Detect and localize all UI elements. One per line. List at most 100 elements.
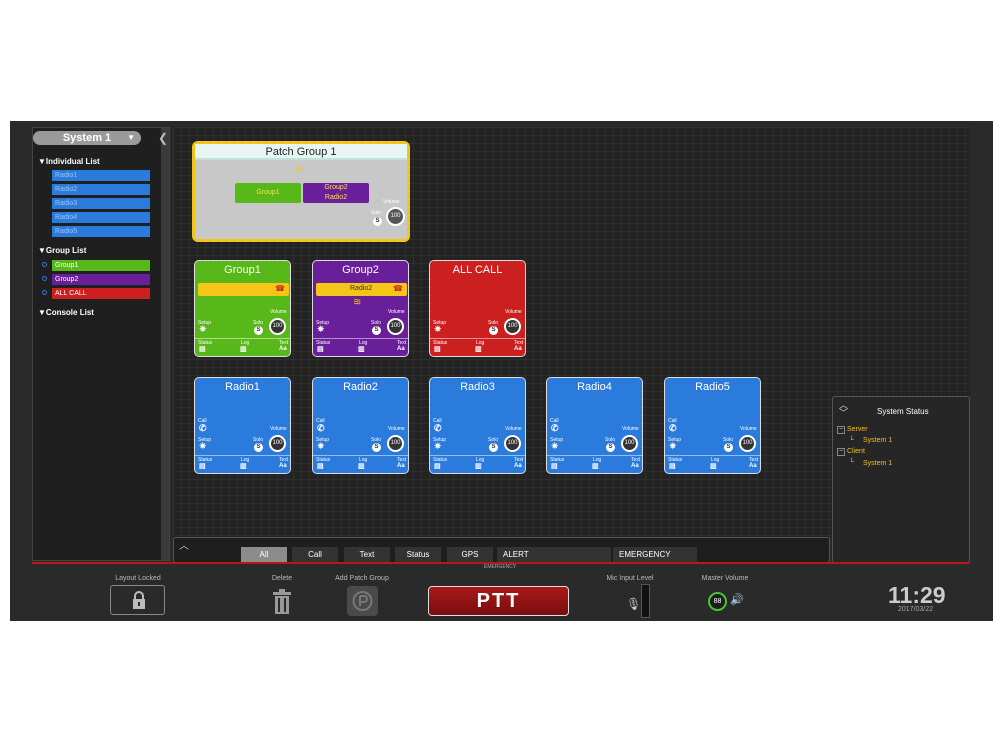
- radio-tile-radio1[interactable]: Radio1 Call ✆ Volume Setup Solo ✷ S 100 …: [194, 377, 291, 474]
- log-trash-icon[interactable]: ▥: [358, 462, 365, 470]
- text-icon[interactable]: Aa: [514, 346, 522, 352]
- log-trash-icon[interactable]: ▥: [710, 462, 717, 470]
- solo-icon[interactable]: S: [489, 443, 498, 452]
- radio-tile-radio3[interactable]: Radio3 Call ✆ Volume Setup Solo ✷ S 100 …: [429, 377, 526, 474]
- phone-icon[interactable]: ✆: [669, 423, 677, 434]
- radio-tile-radio2[interactable]: Radio2 Call ✆ Volume Setup Solo ✷ S 100 …: [312, 377, 409, 474]
- tree-node-server[interactable]: Server: [847, 426, 868, 433]
- radio-tile-radio5[interactable]: Radio5 Call ✆ Volume Setup Solo ✷ S 100 …: [664, 377, 761, 474]
- solo-icon[interactable]: S: [254, 326, 263, 335]
- patch-volume-knob[interactable]: 100: [386, 207, 405, 226]
- volume-knob[interactable]: 100: [504, 435, 521, 452]
- layout-lock-button[interactable]: [110, 585, 165, 615]
- tree-node-client[interactable]: Client: [847, 448, 865, 455]
- solo-icon[interactable]: S: [606, 443, 615, 452]
- volume-knob[interactable]: 100: [387, 435, 404, 452]
- phone-icon[interactable]: ✆: [434, 423, 442, 434]
- status-document-icon[interactable]: ▤: [199, 345, 206, 353]
- phone-hangup-icon[interactable]: ☎: [275, 284, 285, 293]
- log-trash-icon[interactable]: ▥: [475, 462, 482, 470]
- patch-member-group2-radio2[interactable]: Group2 Radio2: [303, 183, 369, 203]
- expand-collapse-icon[interactable]: ︿ ﹀: [839, 401, 848, 418]
- log-trash-icon[interactable]: ▥: [240, 345, 247, 353]
- phone-icon[interactable]: ✆: [199, 423, 207, 434]
- status-document-icon[interactable]: ▤: [669, 462, 676, 470]
- volume-knob[interactable]: 100: [739, 435, 756, 452]
- tab-status[interactable]: Status: [395, 547, 441, 562]
- text-icon[interactable]: Aa: [749, 463, 757, 469]
- log-trash-icon[interactable]: ▥: [475, 345, 482, 353]
- sidebar-scrollbar[interactable]: [161, 128, 169, 560]
- sidebar-item-radio4[interactable]: Radio4: [52, 212, 150, 223]
- group-list-header[interactable]: ▼Group List: [38, 246, 86, 255]
- status-document-icon[interactable]: ▤: [434, 345, 441, 353]
- volume-knob[interactable]: 100: [621, 435, 638, 452]
- volume-knob[interactable]: 100: [269, 318, 286, 335]
- phone-hangup-icon[interactable]: ☎: [393, 284, 403, 293]
- tab-gps[interactable]: GPS: [447, 547, 493, 562]
- solo-icon[interactable]: S: [373, 217, 382, 226]
- solo-icon[interactable]: S: [489, 326, 498, 335]
- log-trash-icon[interactable]: ▥: [240, 462, 247, 470]
- collapse-sidebar-icon[interactable]: ❮: [158, 131, 168, 145]
- gear-icon[interactable]: ✷: [199, 441, 207, 452]
- status-document-icon[interactable]: ▤: [317, 345, 324, 353]
- tab-alert[interactable]: ALERT: [497, 547, 611, 562]
- tree-node-server-system1[interactable]: System 1: [863, 437, 892, 444]
- sidebar-item-all-call[interactable]: ALL CALL: [52, 288, 150, 299]
- gear-icon[interactable]: ✷: [317, 441, 325, 452]
- text-icon[interactable]: Aa: [397, 463, 405, 469]
- ptt-button[interactable]: PTT: [428, 586, 569, 616]
- text-icon[interactable]: Aa: [514, 463, 522, 469]
- log-trash-icon[interactable]: ▥: [592, 462, 599, 470]
- status-document-icon[interactable]: ▤: [551, 462, 558, 470]
- volume-knob[interactable]: 100: [504, 318, 521, 335]
- volume-knob[interactable]: 100: [269, 435, 286, 452]
- group-tile-group2[interactable]: Group2 Radio2 ☎ ≋ Volume Setup Solo ✷ S 1…: [312, 260, 409, 357]
- status-document-icon[interactable]: ▤: [317, 462, 324, 470]
- tab-emergency[interactable]: EMERGENCY: [613, 547, 697, 562]
- sidebar-item-group2[interactable]: Group2: [52, 274, 150, 285]
- solo-icon[interactable]: S: [372, 443, 381, 452]
- add-patch-group-button[interactable]: [347, 586, 378, 616]
- status-document-icon[interactable]: ▤: [434, 462, 441, 470]
- system-select[interactable]: System 1 ▼: [33, 131, 141, 145]
- tree-node-client-system1[interactable]: System 1: [863, 460, 892, 467]
- sidebar-item-radio5[interactable]: Radio5: [52, 226, 150, 237]
- solo-icon[interactable]: S: [724, 443, 733, 452]
- volume-knob[interactable]: 100: [387, 318, 404, 335]
- tab-all[interactable]: All: [241, 547, 287, 562]
- gear-icon[interactable]: ✷: [434, 324, 442, 335]
- gear-icon[interactable]: ✷: [317, 324, 325, 335]
- gear-icon[interactable]: ✷: [551, 441, 559, 452]
- console-list-header[interactable]: ▼Console List: [38, 308, 94, 317]
- phone-icon[interactable]: ✆: [551, 423, 559, 434]
- gear-icon[interactable]: ✷: [199, 324, 207, 335]
- chevron-up-icon[interactable]: ︿: [179, 537, 189, 552]
- text-icon[interactable]: Aa: [631, 463, 639, 469]
- individual-list-header[interactable]: ▼Individual List: [38, 157, 100, 166]
- gear-icon[interactable]: ✷: [669, 441, 677, 452]
- text-icon[interactable]: Aa: [279, 463, 287, 469]
- phone-icon[interactable]: ✆: [317, 423, 325, 434]
- tab-text[interactable]: Text: [344, 547, 390, 562]
- master-volume-knob[interactable]: 88: [708, 592, 727, 611]
- sidebar-item-group1[interactable]: Group1: [52, 260, 150, 271]
- solo-icon[interactable]: S: [254, 443, 263, 452]
- tab-call[interactable]: Call: [292, 547, 338, 562]
- status-document-icon[interactable]: ▤: [199, 462, 206, 470]
- speaker-icon[interactable]: 🔊: [730, 593, 744, 606]
- group-tile-group1[interactable]: Group1 ☎ Volume Setup Solo ✷ S 100 Statu…: [194, 260, 291, 357]
- patch-group-tile[interactable]: Patch Group 1 ≋ Group1 Group2 Radio2 Vol…: [192, 141, 410, 242]
- delete-button[interactable]: [271, 589, 293, 620]
- solo-icon[interactable]: S: [372, 326, 381, 335]
- log-trash-icon[interactable]: ▥: [358, 345, 365, 353]
- patch-member-group1[interactable]: Group1: [235, 183, 301, 203]
- group-tile-all-call[interactable]: ALL CALL Volume Setup Solo ✷ S 100 Statu…: [429, 260, 526, 357]
- text-icon[interactable]: Aa: [279, 346, 287, 352]
- sidebar-item-radio3[interactable]: Radio3: [52, 198, 150, 209]
- sidebar-item-radio1[interactable]: Radio1: [52, 170, 150, 181]
- radio-tile-radio4[interactable]: Radio4 Call ✆ Volume Setup Solo ✷ S 100 …: [546, 377, 643, 474]
- gear-icon[interactable]: ✷: [434, 441, 442, 452]
- text-icon[interactable]: Aa: [397, 346, 405, 352]
